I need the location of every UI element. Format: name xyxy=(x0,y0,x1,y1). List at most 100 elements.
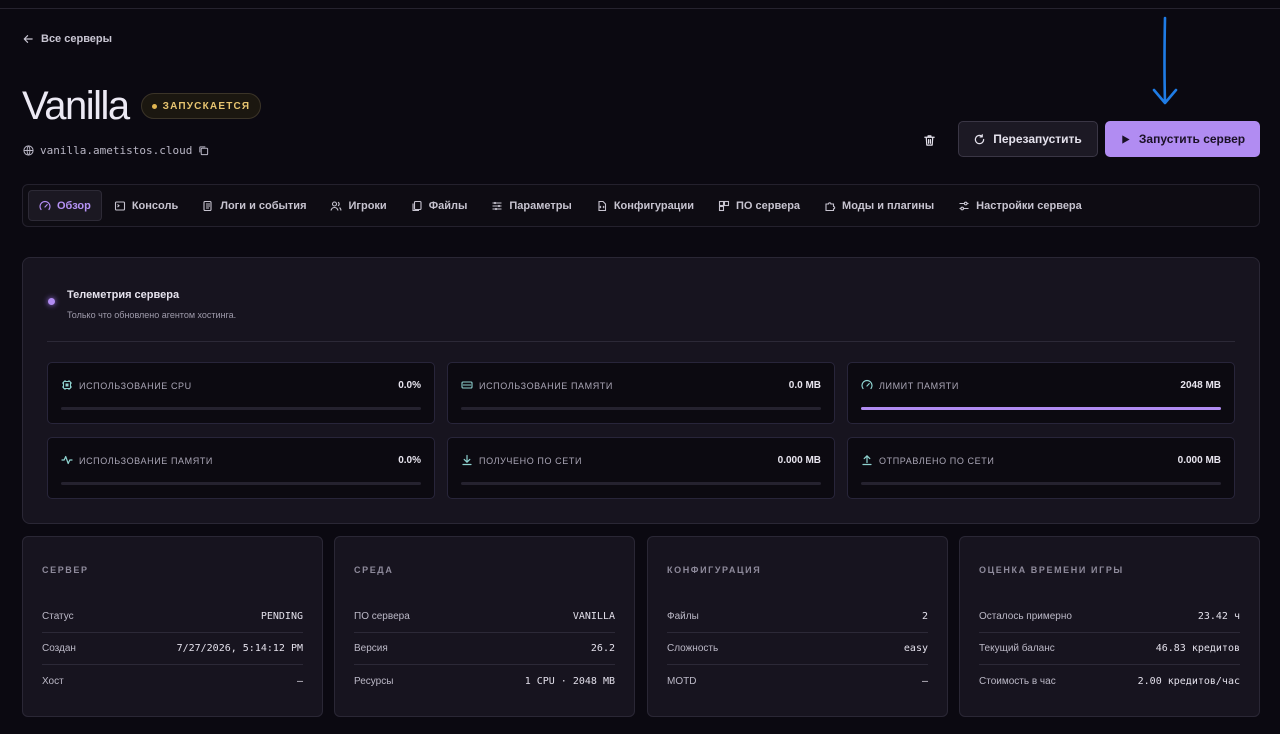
info-row: Статус PENDING xyxy=(42,601,303,633)
info-row-value: — xyxy=(296,675,303,687)
settings-icon xyxy=(959,201,969,210)
tab-7[interactable]: ПО сервера xyxy=(706,190,812,221)
upload-icon xyxy=(862,454,872,466)
metric-progress-track xyxy=(461,482,821,485)
info-row-value: 1 CPU · 2048 MB xyxy=(524,675,615,687)
info-card-title: ОЦЕНКА ВРЕМЕНИ ИГРЫ xyxy=(979,565,1124,575)
info-row: Ресурсы 1 CPU · 2048 MB xyxy=(354,665,615,697)
globe-icon xyxy=(23,145,34,156)
tab-label: Консоль xyxy=(131,199,179,212)
tab-6[interactable]: Конфигурации xyxy=(584,190,706,221)
tab-label: Настройки сервера xyxy=(976,199,1082,212)
play-icon xyxy=(1122,134,1130,144)
info-row-value: 26.2 xyxy=(590,643,615,654)
tab-2[interactable]: Логи и события xyxy=(190,190,318,221)
tab-1[interactable]: Консоль xyxy=(102,190,190,221)
info-row-key: Хост xyxy=(42,675,64,687)
tab-8[interactable]: Моды и плагины xyxy=(812,190,946,221)
info-row-key: Ресурсы xyxy=(354,675,394,687)
restart-button-label: Перезапустить xyxy=(993,132,1082,146)
tab-label: Параметры xyxy=(509,199,572,212)
metric-label: использование памяти xyxy=(79,456,213,466)
metric-progress-track xyxy=(861,407,1221,410)
info-row-key: Осталось примерно xyxy=(979,611,1072,622)
info-card: СРЕДА ПО сервера VANILLA Версия 26.2 Ресурсы 1… xyxy=(334,536,635,717)
telemetry-panel: Телеметрия сервера Только что обновлено … xyxy=(22,257,1260,524)
tab-4[interactable]: Файлы xyxy=(399,190,480,221)
tab-0[interactable]: Обзор xyxy=(28,190,102,221)
info-row-value: 2.00 кредитов/час xyxy=(1137,675,1240,687)
trash-icon xyxy=(923,134,935,146)
info-row: ПО сервера VANILLA xyxy=(354,601,615,633)
metric-progress-track xyxy=(61,407,421,410)
info-row-key: Статус xyxy=(42,611,74,622)
metric-card: использование CPU 0.0% xyxy=(47,362,435,424)
tab-label: Моды и плагины xyxy=(842,199,935,212)
info-row: Версия 26.2 xyxy=(354,633,615,665)
top-divider xyxy=(0,8,1280,9)
telemetry-title: Телеметрия сервера xyxy=(67,289,180,301)
copy-icon[interactable] xyxy=(198,145,209,156)
metric-card: использование памяти 0.0 MB xyxy=(447,362,835,424)
metric-value: 0.0% xyxy=(398,455,421,466)
tab-3[interactable]: Игроки xyxy=(318,190,398,221)
gauge-icon xyxy=(39,200,51,210)
metric-progress-track xyxy=(61,482,421,485)
telemetry-divider xyxy=(47,341,1235,342)
metric-progress-fill xyxy=(861,407,1221,410)
page-title: Vanilla xyxy=(22,84,130,128)
metric-value: 2048 MB xyxy=(1180,380,1221,391)
info-row-value: 23.42 ч xyxy=(1197,611,1240,622)
arrow-left-icon xyxy=(23,35,33,43)
info-card: СЕРВЕР Статус PENDING Создан 7/27/2026, 5:14… xyxy=(22,536,323,717)
info-row: Хост — xyxy=(42,665,303,697)
info-row-key: MOTD xyxy=(667,675,697,687)
tab-label: Логи и события xyxy=(220,199,307,212)
status-badge: ЗАПУСКАЕТСЯ xyxy=(140,93,262,119)
info-row-value: easy xyxy=(903,643,928,654)
info-row: MOTD — xyxy=(667,665,928,697)
tab-9[interactable]: Настройки сервера xyxy=(946,190,1094,221)
metric-card: лимит памяти 2048 MB xyxy=(847,362,1235,424)
info-row-value: 46.83 кредитов xyxy=(1155,643,1240,654)
metric-value: 0.000 MB xyxy=(777,455,821,466)
metric-value: 0.0 MB xyxy=(788,380,821,391)
metric-value: 0.000 MB xyxy=(1177,455,1221,466)
info-card-title: СЕРВЕР xyxy=(42,565,89,575)
server-header: Vanilla ЗАПУСКАЕТСЯ xyxy=(22,84,262,128)
metric-progress-track xyxy=(461,407,821,410)
download-icon xyxy=(462,454,472,466)
info-row: Текущий баланс 46.83 кредитов xyxy=(979,633,1240,665)
tab-label: Игроки xyxy=(348,199,387,212)
start-server-button[interactable]: Запустить сервер xyxy=(1105,121,1260,157)
metric-card: использование памяти 0.0% xyxy=(47,437,435,499)
tab-label: Файлы xyxy=(428,199,468,212)
info-card: КОНФИГУРАЦИЯ Файлы 2 Сложность easy MOTD — xyxy=(647,536,948,717)
info-row-key: Файлы xyxy=(667,611,699,622)
back-to-servers-link[interactable]: Все серверы xyxy=(23,33,112,45)
metric-progress-track xyxy=(861,482,1221,485)
back-link-label: Все серверы xyxy=(41,33,113,45)
terminal-icon xyxy=(114,200,125,211)
metric-label: лимит памяти xyxy=(879,381,959,391)
status-badge-label: ЗАПУСКАЕТСЯ xyxy=(162,100,251,112)
blocks-icon xyxy=(718,200,730,211)
restart-button[interactable]: Перезапустить xyxy=(958,121,1098,157)
metric-card: получено по сети 0.000 MB xyxy=(447,437,835,499)
metric-value: 0.0% xyxy=(398,380,421,391)
tab-label: ПО сервера xyxy=(735,199,801,212)
log-icon xyxy=(203,200,212,211)
delete-server-button[interactable] xyxy=(918,129,940,151)
info-row-key: Стоимость в час xyxy=(979,675,1056,687)
server-domain: vanilla.ametistos.cloud xyxy=(23,144,209,157)
gauge-icon xyxy=(861,379,873,390)
info-row-key: Версия xyxy=(354,643,388,654)
metric-label: использование CPU xyxy=(79,381,192,391)
activity-icon xyxy=(61,455,73,465)
memory-icon xyxy=(461,381,473,389)
sliders-icon xyxy=(492,201,502,210)
metric-label: получено по сети xyxy=(479,456,583,466)
tab-5[interactable]: Параметры xyxy=(479,190,583,221)
puzzle-icon xyxy=(825,201,836,211)
info-row-key: Создан xyxy=(42,643,76,654)
